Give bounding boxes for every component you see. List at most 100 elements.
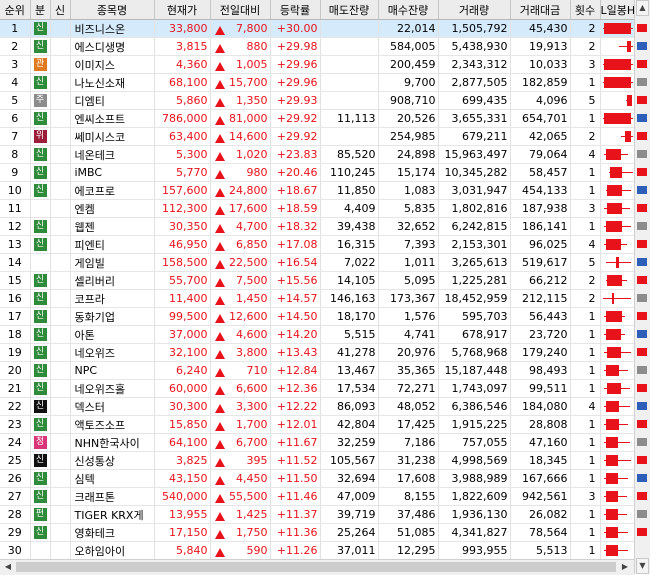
scroll-left-icon[interactable]: ◀	[1, 561, 15, 573]
vertical-scrollbar[interactable]: ▲ ▼	[634, 0, 650, 574]
table-row[interactable]: 2 신 에스디생명 3,815 880 +29.98 584,005 5,438,930 19,…	[0, 37, 634, 56]
stock-name[interactable]: 나노신소재	[70, 73, 155, 92]
change-value: 1,020	[236, 148, 268, 161]
table-row[interactable]: 12 신 웹젠 30,350 4,700 +18.32 39,438 32,652 6,242,…	[0, 217, 634, 236]
stock-name[interactable]: 오하임아이	[70, 541, 155, 559]
header-price[interactable]: 현재가	[154, 0, 211, 20]
table-row[interactable]: 16 신 코프라 11,400 1,450 +14.57 146,163 173,367 18,…	[0, 289, 634, 308]
table-row[interactable]: 19 신 네오위즈 32,100 3,800 +13.43 41,278 20,976 5,76…	[0, 343, 634, 362]
change-value: 880	[246, 40, 268, 53]
table-row[interactable]: 24 정 NHN한국사이 64,100 6,700 +11.67 32,259 7,186 75…	[0, 433, 634, 452]
header-name[interactable]: 종목명	[70, 0, 155, 20]
new-cell	[50, 127, 71, 146]
horizontal-scrollbar[interactable]: ◀ ▶	[0, 559, 634, 575]
stock-name[interactable]: 코프라	[70, 289, 155, 308]
candle-body	[605, 527, 618, 538]
new-cell	[50, 181, 71, 200]
up-arrow-icon	[214, 332, 225, 341]
amount-cell: 26,082	[510, 505, 571, 524]
stock-name[interactable]: NPC	[70, 361, 155, 380]
scroll-marker	[637, 186, 647, 194]
horizontal-scroll-thumb[interactable]	[16, 562, 616, 572]
new-cell	[50, 433, 71, 452]
header-change[interactable]: 전일대비	[210, 0, 271, 20]
scroll-up-icon[interactable]: ▲	[636, 0, 649, 16]
stock-name[interactable]: 네오위즈	[70, 343, 155, 362]
table-row[interactable]: 13 신 피엔티 46,950 6,850 +17.08 16,315 7,393 2,153,…	[0, 235, 634, 254]
table-row[interactable]: 30 오하임아이 5,840 590 +11.26 37,011 12,295 993,955…	[0, 541, 634, 559]
stock-name[interactable]: 아톤	[70, 325, 155, 344]
header-sell-remain[interactable]: 매도잔량	[320, 0, 379, 20]
scroll-marker	[637, 60, 647, 68]
stock-name[interactable]: 크래프톤	[70, 487, 155, 506]
header-pct[interactable]: 등락률	[270, 0, 321, 20]
stock-name[interactable]: 쎄미시스코	[70, 127, 155, 146]
scroll-down-icon[interactable]: ▼	[636, 558, 649, 574]
table-row[interactable]: 4 신 나노신소재 68,100 15,700 +29.96 9,700 2,877,505 1…	[0, 73, 634, 92]
buy-remain-cell: 51,085	[378, 523, 439, 542]
stock-name[interactable]: 영화테크	[70, 523, 155, 542]
table-row[interactable]: 6 신 엔씨소프트 786,000 81,000 +29.92 11,113 20,526 3,…	[0, 109, 634, 128]
table-row[interactable]: 15 신 셀리버리 55,700 7,500 +15.56 14,105 5,095 1,225…	[0, 271, 634, 290]
header-buy-remain[interactable]: 매수잔량	[378, 0, 439, 20]
table-row[interactable]: 8 신 네온테크 5,300 1,020 +23.83 85,520 24,898 15,963…	[0, 145, 634, 164]
table-row[interactable]: 26 신 심텍 43,150 4,450 +11.50 32,694 17,608 3,988,…	[0, 469, 634, 488]
stock-name[interactable]: 네오위즈홀	[70, 379, 155, 398]
stock-name[interactable]: 심텍	[70, 469, 155, 488]
header-count[interactable]: 횟수	[570, 0, 601, 20]
header-amount[interactable]: 거래대금	[510, 0, 571, 20]
stock-name[interactable]: 게임빌	[70, 253, 155, 272]
candle-body	[605, 329, 621, 340]
stock-name[interactable]: NHN한국사이	[70, 433, 155, 452]
table-row[interactable]: 27 신 크래프톤 540,000 55,500 +11.46 47,009 8,155 1,8…	[0, 487, 634, 506]
table-row[interactable]: 7 위 쎄미시스코 63,400 14,600 +29.92 254,985 679,211 4…	[0, 127, 634, 146]
stock-name[interactable]: 셀리버리	[70, 271, 155, 290]
table-row[interactable]: 14 게임빌 158,500 22,500 +16.54 7,022 1,011 3,265,…	[0, 253, 634, 272]
stock-name[interactable]: TIGER KRX게	[70, 505, 155, 524]
volume-cell: 4,998,569	[438, 451, 511, 470]
table-row[interactable]: 22 신 덱스터 30,300 3,300 +12.22 86,093 48,052 6,386…	[0, 397, 634, 416]
table-row[interactable]: 11 엔켐 112,300 17,600 +18.59 4,409 5,835 1,802,8…	[0, 199, 634, 218]
table-row[interactable]: 23 신 액토즈소프 15,850 1,700 +12.01 42,804 17,425 1,9…	[0, 415, 634, 434]
scroll-right-icon[interactable]: ▶	[618, 561, 632, 573]
table-row[interactable]: 1 신 비즈니스온 33,800 7,800 +30.00 22,014 1,505,792 4…	[0, 19, 634, 38]
table-row[interactable]: 28 펀 TIGER KRX게 13,955 1,425 +11.37 39,719 37,4…	[0, 505, 634, 524]
stock-name[interactable]: 덱스터	[70, 397, 155, 416]
candle-body	[605, 239, 621, 250]
stock-name[interactable]: 네온테크	[70, 145, 155, 164]
header-new[interactable]: 신	[50, 0, 71, 20]
table-row[interactable]: 20 신 NPC 6,240 710 +12.84 13,467 35,365 15,187,4…	[0, 361, 634, 380]
table-row[interactable]: 29 신 영화테크 17,150 1,750 +11.36 25,264 51,085 4,34…	[0, 523, 634, 542]
stock-name[interactable]: 엔씨소프트	[70, 109, 155, 128]
stock-name[interactable]: 신성통상	[70, 451, 155, 470]
header-volume[interactable]: 거래량	[438, 0, 511, 20]
count-cell: 1	[570, 451, 601, 470]
rank-cell: 13	[0, 235, 31, 254]
stock-name[interactable]: 동화기업	[70, 307, 155, 326]
header-daily-candle[interactable]: L일봉H	[600, 0, 634, 20]
stock-name[interactable]: 엔켐	[70, 199, 155, 218]
table-row[interactable]: 5 주 디엠티 5,860 1,350 +29.93 908,710 699,435 4,096…	[0, 91, 634, 110]
stock-name[interactable]: 디엠티	[70, 91, 155, 110]
table-row[interactable]: 3 관 이미지스 4,360 1,005 +29.96 200,459 2,343,312 10…	[0, 55, 634, 74]
stock-name[interactable]: 웹젠	[70, 217, 155, 236]
table-row[interactable]: 25 신 신성통상 3,825 395 +11.52 105,567 31,238 4,998,…	[0, 451, 634, 470]
header-rank[interactable]: 순위	[0, 0, 31, 20]
candle-mark	[601, 92, 634, 109]
header-category[interactable]: 분	[30, 0, 51, 20]
table-row[interactable]: 9 신 iMBC 5,770 980 +20.46 110,245 15,174 10,345,…	[0, 163, 634, 182]
stock-name[interactable]: iMBC	[70, 163, 155, 182]
table-row[interactable]: 17 신 동화기업 99,500 12,600 +14.50 18,170 1,576 595,…	[0, 307, 634, 326]
category-cell: 신	[30, 469, 51, 488]
status-badge: 신	[33, 472, 47, 486]
stock-name[interactable]: 액토즈소프	[70, 415, 155, 434]
amount-cell: 23,720	[510, 325, 571, 344]
table-row[interactable]: 18 신 아톤 37,000 4,600 +14.20 5,515 4,741 678,917 2…	[0, 325, 634, 344]
table-row[interactable]: 10 신 에코프로 157,600 24,800 +18.67 11,850 1,083 3,0…	[0, 181, 634, 200]
table-row[interactable]: 21 신 네오위즈홀 60,000 6,600 +12.36 17,534 72,271 1,7…	[0, 379, 634, 398]
stock-name[interactable]: 비즈니스온	[70, 19, 155, 38]
stock-name[interactable]: 이미지스	[70, 55, 155, 74]
stock-name[interactable]: 에코프로	[70, 181, 155, 200]
stock-name[interactable]: 피엔티	[70, 235, 155, 254]
stock-name[interactable]: 에스디생명	[70, 37, 155, 56]
